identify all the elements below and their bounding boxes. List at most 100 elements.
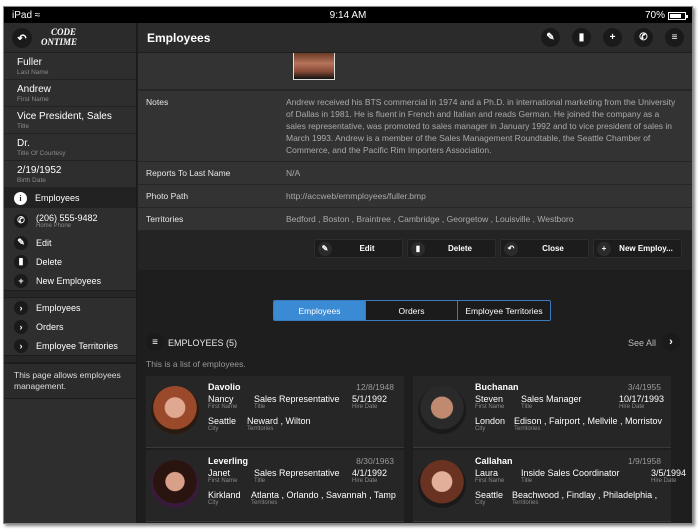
plus-icon: + [14,273,28,288]
field-value: 5/1/1992 [352,394,388,404]
field-value: 3/5/1994 [651,468,687,478]
field-value: Steven [475,394,504,404]
sidebar-link-employee-territories[interactable]: › Employee Territories [4,336,136,355]
detail-label: Reports To Last Name [146,168,231,178]
sidebar-section-employees: i Employees [4,188,136,208]
sidebar: ↶ CODE ONTIME Fuller Last Name Andrew Firs… [4,23,137,523]
field-birth-date: 2/19/1952 Birth Date [4,161,136,188]
pencil-icon: ✎ [318,241,332,256]
title-field: Sales Representative Title [254,468,340,484]
back-arrow-icon: ↶ [17,32,27,45]
field-label: Territories [247,426,274,432]
field-label: Hire Date [619,404,645,410]
sidebar-phone[interactable]: ✆ (206) 555-9482 Home Phone [4,208,136,233]
close-action-button[interactable]: ↶ Close [500,239,589,258]
tab-employees[interactable]: Employees [274,301,366,320]
info-icon: i [14,191,27,205]
logo-bar: ↶ CODE ONTIME [4,23,136,53]
field-label: Hire Date [352,478,378,484]
trash-icon: ▮ [411,241,425,256]
field-label: Territories [512,500,539,506]
field-label: First Name [208,404,238,410]
field-label: Title [254,478,266,484]
battery-status: 70% [645,10,688,21]
birth-date: 8/30/1963 [356,456,394,466]
employee-photo [293,53,335,80]
sidebar-action-new[interactable]: + New Employees [4,271,136,290]
tab-employee-territories[interactable]: Employee Territories [458,301,550,320]
action-label: New Employees [36,275,102,286]
button-label: Edit [359,244,375,253]
delete-button[interactable]: ▮ [572,28,591,47]
field-value: Edison , Fairport , Mellvile , Morristov [514,416,663,426]
menu-button[interactable]: ≡ [665,28,684,47]
birth-date: 3/4/1955 [627,382,661,392]
sidebar-action-delete[interactable]: ▮ Delete [4,252,136,271]
trash-icon: ▮ [14,254,28,269]
sidebar-link-orders[interactable]: › Orders [4,317,136,336]
field-label: City [475,500,486,506]
edit-action-button[interactable]: ✎ Edit [314,239,403,258]
city-field: London City [475,416,505,432]
see-all-link[interactable]: See All [628,338,656,348]
territories-field: Atlanta , Orlando , Savannah , Tamp Terri… [251,490,401,506]
detail-value: Andrew received his BTS commercial in 19… [286,97,676,155]
city-field: Seattle City [208,416,236,432]
chevron-right-icon: › [14,300,28,315]
detail-label: Territories [146,214,184,224]
employee-card[interactable]: Callahan 1/9/1958 Laura First Name Inside Sa… [413,450,686,522]
title-field: Inside Sales Coordinator Title [521,468,620,484]
territories-field: Beachwood , Findlay , Philadelphia , Terr… [512,490,662,506]
field-value: Laura [475,468,499,478]
button-label: Delete [447,244,472,253]
employee-card[interactable]: Buchanan 3/4/1955 Steven First Name Sales Ma… [413,376,671,448]
field-title-of-courtesy: Dr. Title Of Courtesy [4,134,136,161]
divider [4,290,136,298]
sidebar-action-edit[interactable]: ✎ Edit [4,233,136,252]
list-header: ≡ EMPLOYEES (5) See All › [138,328,692,358]
detail-row-notes: Notes Andrew received his BTS commercial… [138,91,692,162]
link-label: Employees [36,302,81,313]
last-name: Callahan [475,456,513,466]
employee-card[interactable]: Davolio 12/8/1948 Nancy First Name Sales Rep… [146,376,404,448]
logo-line2: ONTIME [41,37,78,47]
action-label: Edit [36,237,52,248]
section-label: Employees [35,193,80,203]
field-title: Vice President, Sales Title [4,107,136,134]
city-field: Kirkland City [208,490,241,506]
field-value: London [475,416,506,426]
button-label: New Employ... [619,244,673,253]
phone-value: (206) 555-9482 [36,212,98,223]
delete-action-button[interactable]: ▮ Delete [407,239,496,258]
field-value: Janet [208,468,231,478]
last-name: Buchanan [475,382,519,392]
edit-button[interactable]: ✎ [541,28,560,47]
photo-row [138,53,692,91]
list-menu-button[interactable]: ≡ [146,333,164,351]
avatar [151,460,199,508]
see-all-button[interactable]: › [662,333,680,351]
pencil-icon: ✎ [14,235,28,250]
employee-card[interactable]: Leverling 8/30/1963 Janet First Name Sales R… [146,450,404,522]
field-value: Kirkland [208,490,241,500]
field-label: Title Of Courtesy [17,150,66,157]
field-value: 2/19/1952 [17,165,62,176]
field-value: Nancy [208,394,234,404]
hire-date-field: 5/1/1992 Hire Date [352,394,387,410]
call-button[interactable]: ✆ [634,28,653,47]
new-employee-action-button[interactable]: + New Employ... [593,239,682,258]
last-name: Davolio [208,382,241,392]
back-button[interactable]: ↶ [12,28,32,48]
field-last-name: Fuller Last Name [4,53,136,80]
action-bar: ✎ Edit ▮ Delete ↶ Close + New Employ... [138,231,692,271]
detail-label: Photo Path [146,191,189,201]
new-button[interactable]: + [603,28,622,47]
field-value: Neward , Wilton [247,416,311,426]
avatar [418,386,466,434]
last-name: Leverling [208,456,249,466]
avatar [151,386,199,434]
sidebar-link-employees[interactable]: › Employees [4,298,136,317]
field-value: Sales Representative [254,468,340,478]
tab-orders[interactable]: Orders [366,301,458,320]
birth-date: 1/9/1958 [627,456,661,466]
